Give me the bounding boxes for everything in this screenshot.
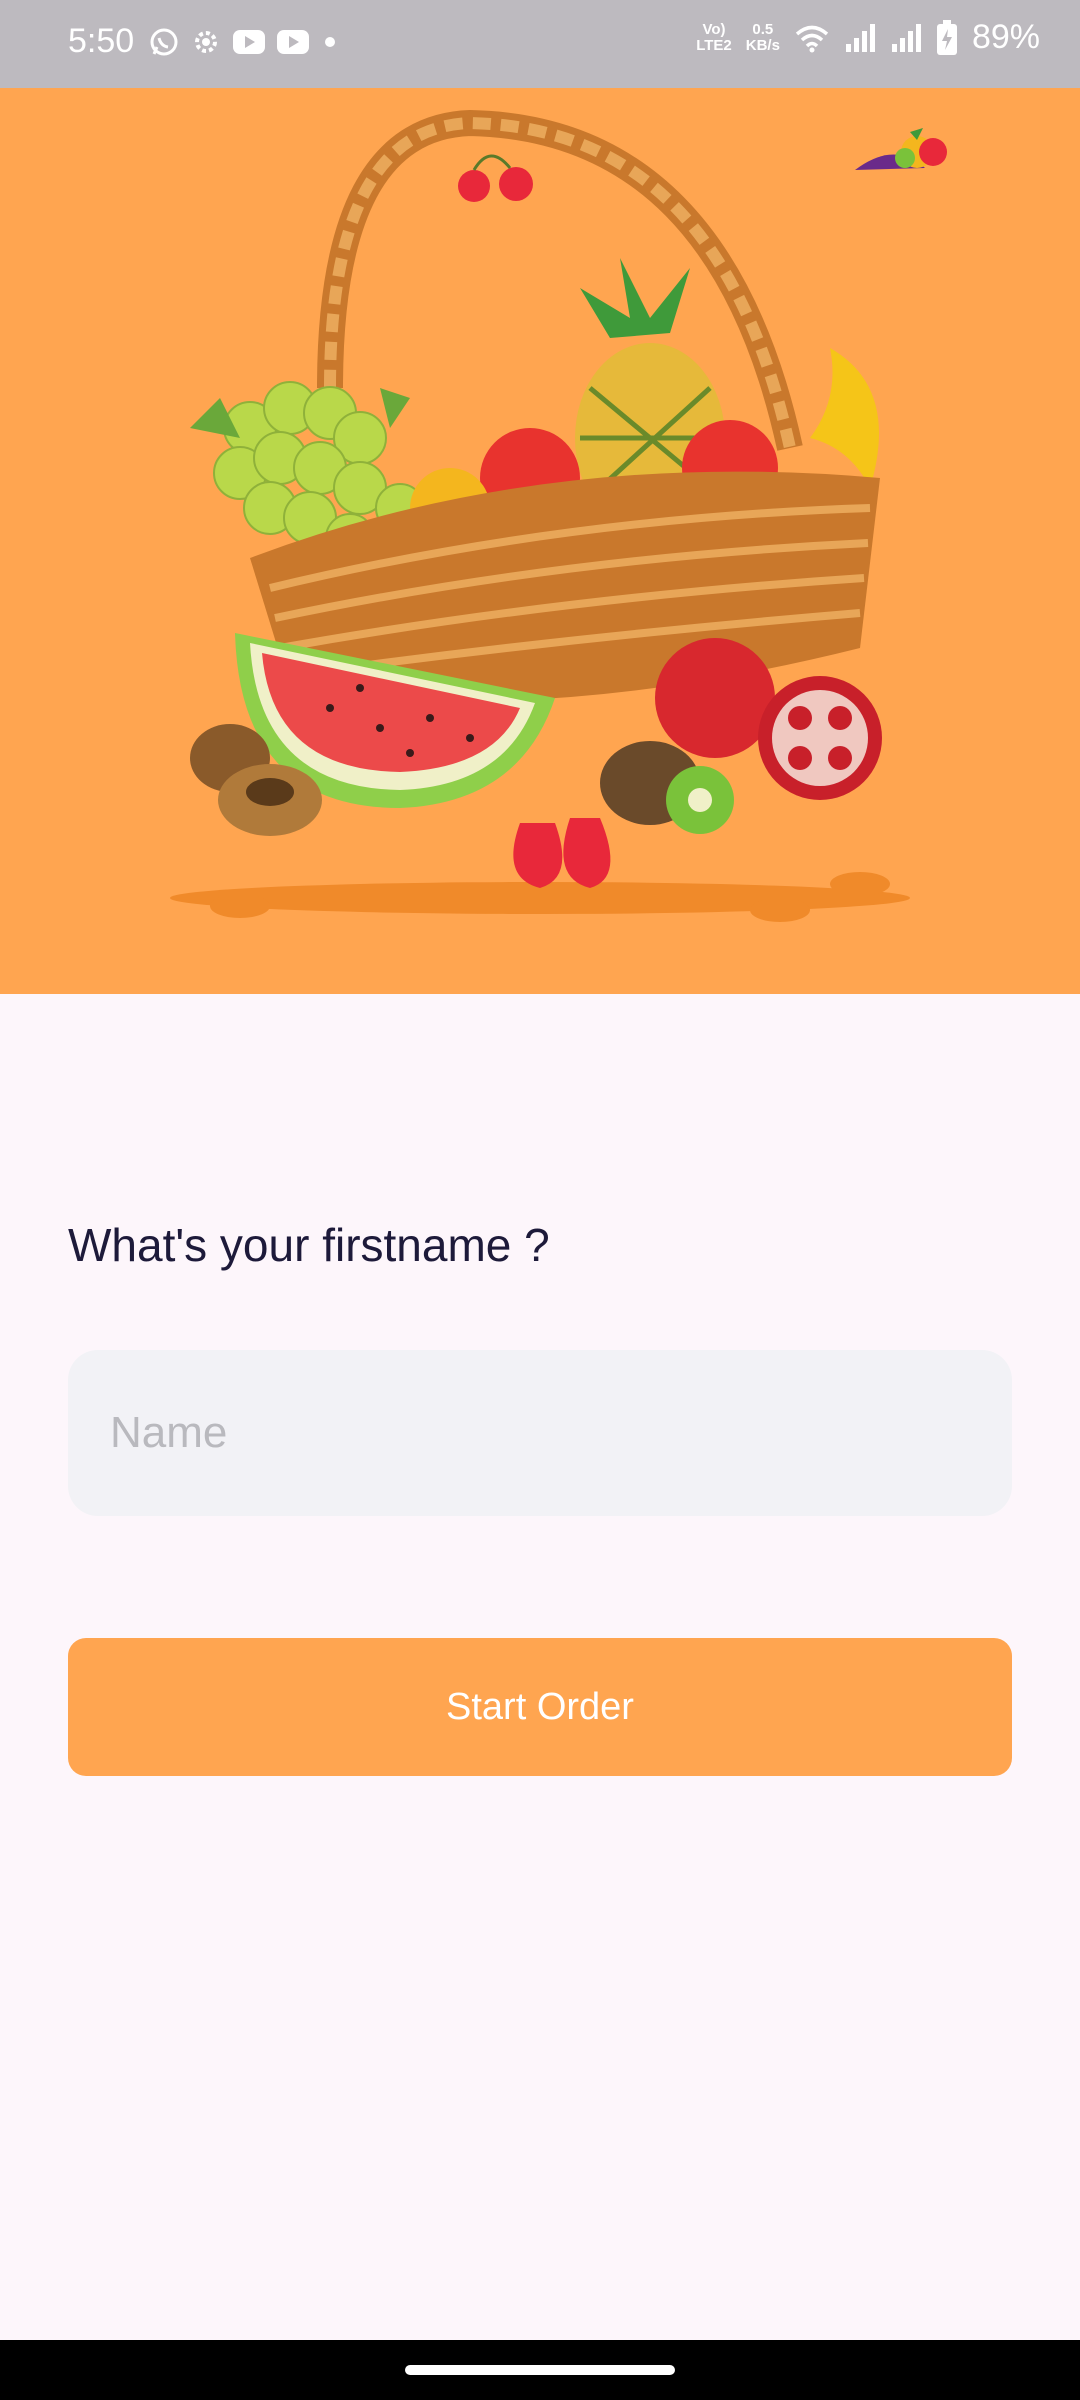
- signal-icon: [845, 23, 875, 52]
- status-right: Vo) LTE2 0.5 KB/s 89%: [696, 18, 1040, 57]
- name-input[interactable]: [108, 1407, 972, 1459]
- network-indicator: Vo) LTE2: [696, 20, 732, 54]
- dot-icon: [325, 37, 335, 47]
- name-field[interactable]: [68, 1350, 1012, 1516]
- hero-banner: [0, 88, 1080, 994]
- network-type: LTE2: [696, 36, 732, 54]
- status-bar: 5:50 Vo) LTE2 0.5 KB/s 89%: [0, 0, 1080, 88]
- notification-icons: [148, 26, 340, 58]
- network-label: Vo): [702, 20, 726, 38]
- signal-icon: [891, 23, 921, 52]
- battery-charging-icon: [936, 19, 957, 55]
- speed-value: 0.5: [752, 20, 774, 38]
- speed-unit: KB/s: [745, 36, 780, 54]
- wifi-icon: [795, 25, 829, 52]
- youtube-icon: [233, 30, 265, 54]
- start-order-button[interactable]: Start Order: [68, 1638, 1012, 1776]
- battery-percent: 89%: [971, 18, 1040, 56]
- youtube-icon: [277, 30, 309, 54]
- home-gesture-handle[interactable]: [405, 2365, 675, 2375]
- firstname-question: What's your firstname ?: [68, 1219, 550, 1271]
- whatsapp-icon: [150, 28, 178, 56]
- settings-icon: [195, 31, 217, 53]
- speed-indicator: 0.5 KB/s: [745, 20, 780, 54]
- navigation-bar: [0, 2340, 1080, 2400]
- status-time: 5:50: [68, 22, 135, 60]
- fruit-basket-illustration: [170, 109, 910, 922]
- fruit-logo-icon: [855, 128, 947, 170]
